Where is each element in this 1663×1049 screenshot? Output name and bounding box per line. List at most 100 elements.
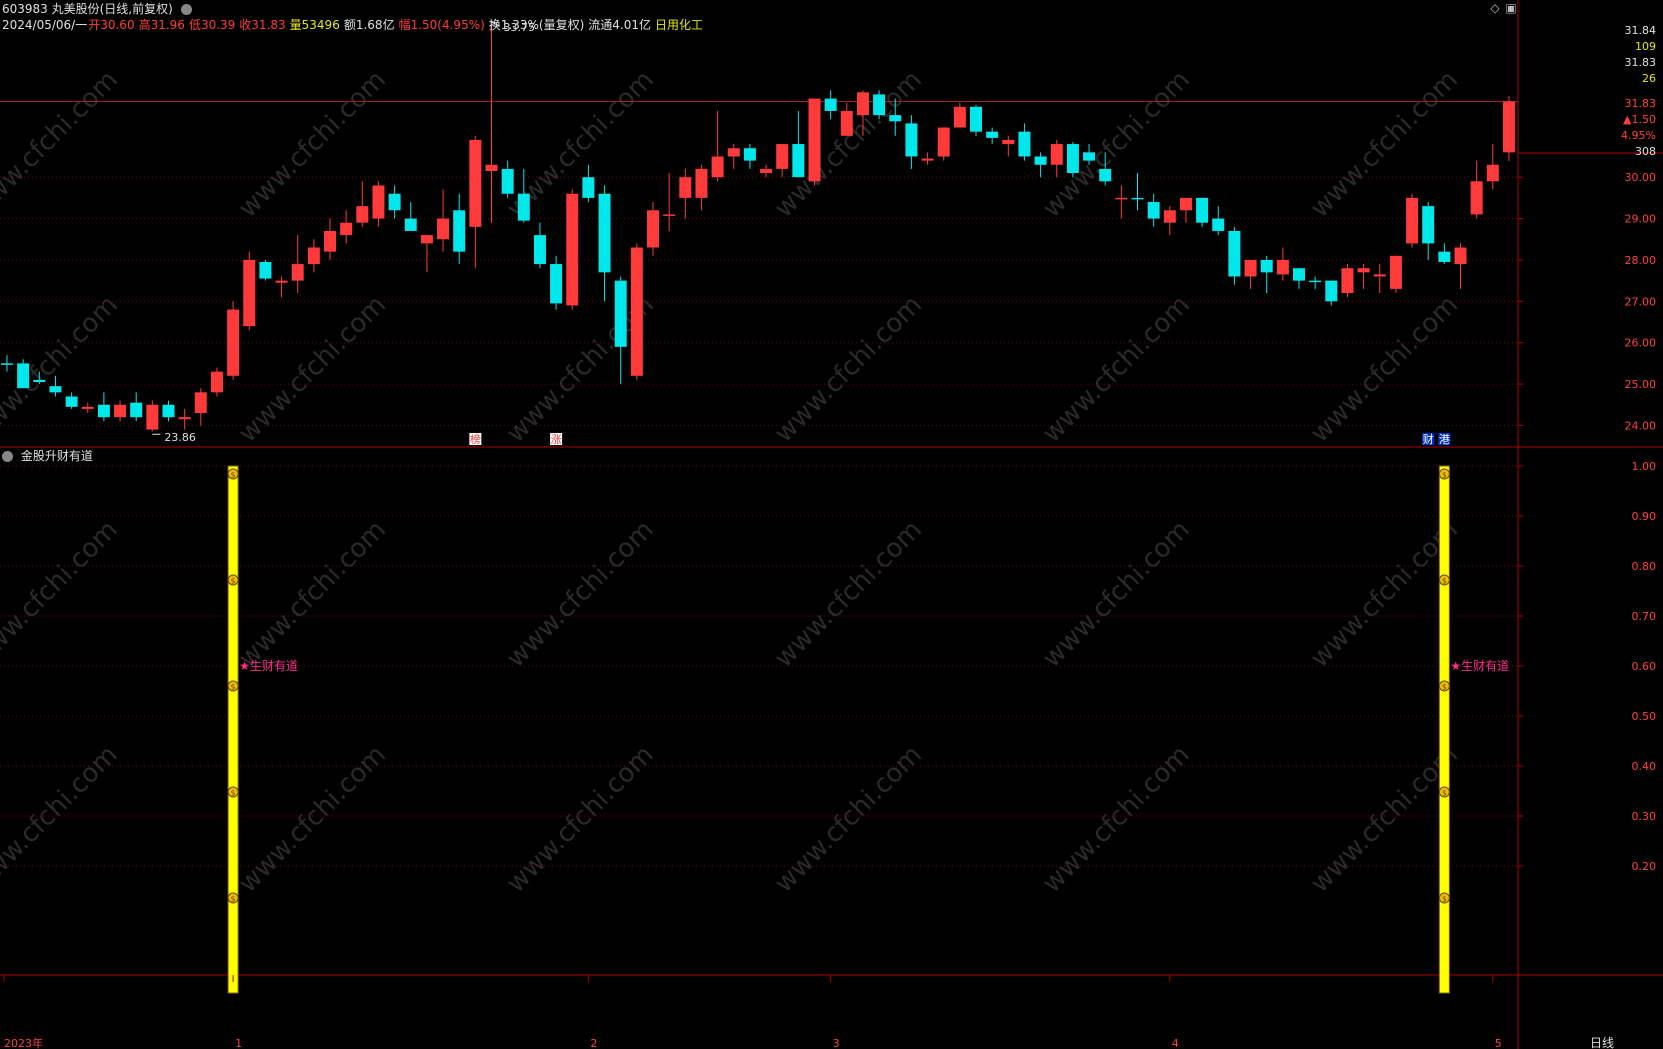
candle-body[interactable] bbox=[1212, 218, 1225, 231]
candle-body[interactable] bbox=[937, 127, 950, 157]
settings-circle-icon[interactable] bbox=[180, 4, 192, 15]
candle-body[interactable] bbox=[1018, 131, 1031, 157]
candle-body[interactable] bbox=[194, 392, 207, 414]
candle-body[interactable] bbox=[1309, 280, 1322, 283]
candle-body[interactable] bbox=[1341, 268, 1354, 294]
candle-body[interactable] bbox=[986, 131, 999, 138]
candle-body[interactable] bbox=[889, 115, 902, 122]
candle-body[interactable] bbox=[873, 94, 886, 116]
candle-body[interactable] bbox=[663, 214, 676, 216]
candle-body[interactable] bbox=[81, 406, 94, 409]
candle-body[interactable] bbox=[921, 158, 934, 161]
quote-industry[interactable]: 日用化工 bbox=[655, 18, 703, 32]
candle-body[interactable] bbox=[1373, 274, 1386, 277]
candle-body[interactable] bbox=[1115, 197, 1128, 200]
candle-body[interactable] bbox=[1486, 164, 1499, 182]
candle-body[interactable] bbox=[1357, 268, 1370, 273]
candle-body[interactable] bbox=[372, 185, 385, 219]
candle-body[interactable] bbox=[695, 168, 708, 198]
window-icon[interactable]: ▣ bbox=[1504, 1, 1518, 15]
candle-body[interactable] bbox=[598, 193, 611, 273]
candle-body[interactable] bbox=[533, 235, 546, 265]
candle-body[interactable] bbox=[614, 280, 627, 347]
candle-body[interactable] bbox=[404, 218, 417, 231]
candle-body[interactable] bbox=[1002, 139, 1015, 145]
candle-body[interactable] bbox=[1163, 210, 1176, 223]
candle-body[interactable] bbox=[259, 262, 272, 279]
candle-body[interactable] bbox=[1470, 181, 1483, 215]
candle-body[interactable] bbox=[1389, 255, 1402, 289]
candle-body[interactable] bbox=[1179, 197, 1192, 211]
candle-body[interactable] bbox=[727, 148, 740, 157]
candle-body[interactable] bbox=[1066, 144, 1079, 174]
candle-body[interactable] bbox=[17, 363, 30, 389]
kline-chart[interactable]: www.cfchi.com www.cfchi.com www.cfchi.com w… bbox=[0, 0, 1663, 1049]
candle-body[interactable] bbox=[1325, 280, 1338, 302]
candle-body[interactable] bbox=[630, 247, 643, 376]
candle-body[interactable] bbox=[792, 144, 805, 178]
candle-body[interactable] bbox=[953, 106, 966, 128]
candle-body[interactable] bbox=[1260, 259, 1273, 273]
diamond-icon[interactable]: ◇ bbox=[1488, 1, 1502, 15]
candle-body[interactable] bbox=[340, 222, 353, 236]
candle-body[interactable] bbox=[437, 218, 450, 240]
candle-body[interactable] bbox=[582, 177, 595, 198]
candle-body[interactable] bbox=[275, 280, 288, 283]
candle-body[interactable] bbox=[824, 98, 837, 111]
candle-body[interactable] bbox=[388, 193, 401, 211]
candle-body[interactable] bbox=[1454, 247, 1467, 265]
candle-body[interactable] bbox=[420, 235, 433, 244]
signal-bar[interactable] bbox=[1438, 465, 1450, 994]
candle-body[interactable] bbox=[227, 309, 240, 376]
candle-body[interactable] bbox=[307, 247, 320, 265]
candle-body[interactable] bbox=[243, 259, 256, 327]
candle-body[interactable] bbox=[114, 404, 127, 418]
candle-body[interactable] bbox=[1034, 156, 1047, 165]
candle-body[interactable] bbox=[711, 156, 724, 178]
candle-body[interactable] bbox=[517, 193, 530, 221]
candle-body[interactable] bbox=[647, 210, 659, 248]
candle-body[interactable] bbox=[566, 193, 579, 306]
candle-body[interactable] bbox=[1406, 197, 1419, 244]
candle-body[interactable] bbox=[1502, 101, 1515, 153]
signal-bar[interactable] bbox=[227, 465, 239, 994]
candle-body[interactable] bbox=[453, 210, 466, 252]
candle-body[interactable] bbox=[840, 110, 853, 136]
candle-body[interactable] bbox=[1, 363, 13, 365]
candle-body[interactable] bbox=[485, 164, 498, 171]
candle-body[interactable] bbox=[1422, 206, 1435, 244]
candle-body[interactable] bbox=[550, 264, 563, 304]
candle-body[interactable] bbox=[162, 404, 175, 418]
candle-body[interactable] bbox=[1228, 230, 1241, 277]
candle-body[interactable] bbox=[1196, 197, 1209, 223]
candle-body[interactable] bbox=[1438, 251, 1451, 262]
candle-body[interactable] bbox=[65, 396, 78, 407]
candle-body[interactable] bbox=[1276, 259, 1289, 275]
candle-body[interactable] bbox=[970, 106, 982, 132]
candle-body[interactable] bbox=[501, 168, 514, 194]
candle-body[interactable] bbox=[1131, 197, 1144, 200]
candle-body[interactable] bbox=[49, 386, 62, 393]
candle-body[interactable] bbox=[905, 123, 918, 157]
candle-body[interactable] bbox=[808, 98, 821, 182]
candle-body[interactable] bbox=[1099, 168, 1112, 182]
candle-body[interactable] bbox=[1050, 144, 1063, 165]
candle-body[interactable] bbox=[291, 264, 304, 281]
candle-body[interactable] bbox=[97, 404, 110, 418]
candle-body[interactable] bbox=[324, 230, 336, 252]
candle-body[interactable] bbox=[210, 371, 223, 393]
candle-body[interactable] bbox=[856, 92, 869, 116]
candle-body[interactable] bbox=[356, 206, 369, 223]
candle-body[interactable] bbox=[1293, 268, 1305, 281]
candle-body[interactable] bbox=[1147, 202, 1160, 219]
candle-body[interactable] bbox=[33, 379, 46, 382]
candle-body[interactable] bbox=[679, 177, 692, 198]
candle-body[interactable] bbox=[1244, 259, 1257, 277]
candle-body[interactable] bbox=[1083, 152, 1096, 161]
candle-body[interactable] bbox=[776, 144, 789, 169]
indicator-toggle-icon[interactable] bbox=[2, 451, 13, 462]
candle-body[interactable] bbox=[760, 168, 773, 174]
candle-body[interactable] bbox=[146, 404, 159, 430]
candle-body[interactable] bbox=[469, 139, 482, 227]
candle-body[interactable] bbox=[743, 148, 756, 161]
